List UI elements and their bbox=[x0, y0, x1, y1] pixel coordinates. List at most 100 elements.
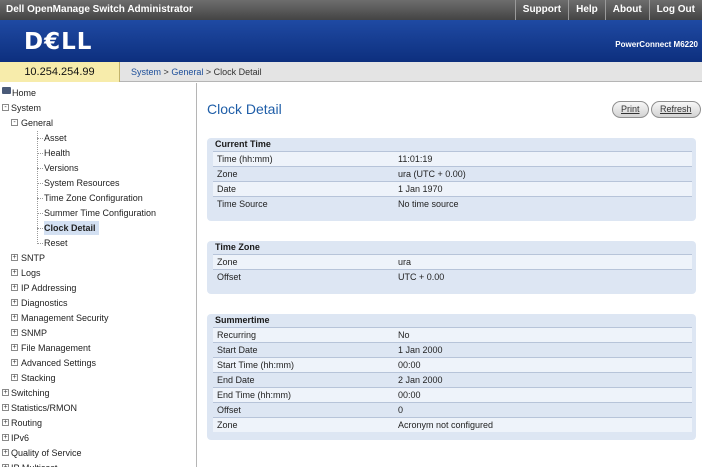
help-link[interactable]: Help bbox=[568, 0, 605, 20]
home-icon bbox=[2, 87, 11, 94]
nav-item-logs[interactable]: Logs bbox=[21, 266, 41, 280]
breadcrumb-general[interactable]: General bbox=[171, 67, 203, 77]
detail-value: 1 Jan 2000 bbox=[398, 345, 443, 355]
detail-row: Offset UTC + 0.00 bbox=[213, 269, 692, 284]
nav-item-ipv6[interactable]: IPv6 bbox=[11, 431, 29, 445]
about-link[interactable]: About bbox=[604, 0, 649, 20]
summertime-heading: Summertime bbox=[215, 315, 270, 325]
detail-value: 0 bbox=[398, 405, 404, 415]
detail-row: Zone ura bbox=[213, 254, 692, 269]
tree-expander-icon[interactable]: + bbox=[11, 254, 18, 261]
nav-item-management-security[interactable]: Management Security bbox=[21, 311, 109, 325]
nav-item-system-resources[interactable]: System Resources bbox=[44, 176, 120, 190]
product-name: PowerConnect M6220 bbox=[615, 40, 698, 49]
tree-expander-icon[interactable]: - bbox=[2, 104, 9, 111]
detail-label: Zone bbox=[217, 257, 238, 267]
detail-label: Recurring bbox=[217, 330, 257, 340]
nav-item-ip-multicast[interactable]: IP Multicast bbox=[11, 461, 57, 467]
detail-label: Time (hh:mm) bbox=[217, 154, 273, 164]
detail-row: End Time (hh:mm) 00:00 bbox=[213, 387, 692, 402]
detail-label: Zone bbox=[217, 420, 238, 430]
tree-expander-icon[interactable]: + bbox=[2, 419, 9, 426]
nav-item-clock-detail[interactable]: Clock Detail bbox=[44, 221, 99, 235]
time-zone-heading: Time Zone bbox=[215, 242, 260, 252]
nav-item-quality-of-service[interactable]: Quality of Service bbox=[11, 446, 82, 460]
nav-item-diagnostics[interactable]: Diagnostics bbox=[21, 296, 68, 310]
nav-item-reset[interactable]: Reset bbox=[44, 236, 68, 250]
summertime-panel: Summertime Recurring No Start Date 1 Jan 20… bbox=[207, 314, 696, 440]
tree-expander-icon[interactable]: + bbox=[11, 314, 18, 321]
detail-label: Time Source bbox=[217, 199, 268, 209]
detail-row: Start Date 1 Jan 2000 bbox=[213, 342, 692, 357]
breadcrumb-separator: > bbox=[163, 67, 169, 77]
current-time-panel: Current Time Time (hh:mm) 11:01:19 Zone ura… bbox=[207, 138, 696, 221]
top-bar: Dell OpenManage Switch Administrator Sup… bbox=[0, 0, 702, 20]
print-button[interactable]: Print bbox=[612, 101, 649, 118]
logout-link[interactable]: Log Out bbox=[648, 0, 702, 20]
nav-item-routing[interactable]: Routing bbox=[11, 416, 42, 430]
brand-bar: D€LL PowerConnect M6220 bbox=[0, 20, 702, 62]
detail-value: 00:00 bbox=[398, 390, 421, 400]
tree-expander-icon[interactable]: + bbox=[11, 269, 18, 276]
detail-value: UTC + 0.00 bbox=[398, 272, 445, 282]
nav-item-statistics-rmon[interactable]: Statistics/RMON bbox=[11, 401, 77, 415]
support-link[interactable]: Support bbox=[514, 0, 568, 20]
nav-item-versions[interactable]: Versions bbox=[44, 161, 79, 175]
breadcrumb: System > General > Clock Detail bbox=[131, 67, 262, 77]
detail-label: Start Time (hh:mm) bbox=[217, 360, 295, 370]
detail-label: End Date bbox=[217, 375, 255, 385]
tree-expander-icon[interactable]: + bbox=[11, 299, 18, 306]
nav-item-system[interactable]: System bbox=[11, 101, 41, 115]
detail-label: Date bbox=[217, 184, 237, 194]
detail-value: 1 Jan 1970 bbox=[398, 184, 443, 194]
app-title: Dell OpenManage Switch Administrator bbox=[6, 4, 193, 15]
tree-expander-icon[interactable]: - bbox=[11, 119, 18, 126]
tree-expander-icon[interactable]: + bbox=[2, 449, 9, 456]
nav-item-file-management[interactable]: File Management bbox=[21, 341, 91, 355]
dell-logo: D€LL bbox=[24, 29, 93, 55]
nav-item-time-zone-configuration[interactable]: Time Zone Configuration bbox=[44, 191, 143, 205]
nav-item-ip-addressing[interactable]: IP Addressing bbox=[21, 281, 76, 295]
refresh-button[interactable]: Refresh bbox=[651, 101, 701, 118]
nav-item-summer-time-configuration[interactable]: Summer Time Configuration bbox=[44, 206, 156, 220]
detail-row: Recurring No bbox=[213, 327, 692, 342]
detail-value: Acronym not configured bbox=[398, 420, 494, 430]
tree-expander-icon[interactable]: + bbox=[2, 389, 9, 396]
tree-expander-icon[interactable]: + bbox=[11, 329, 18, 336]
tree-expander-icon[interactable]: + bbox=[2, 404, 9, 411]
address-bar: 10.254.254.99 System > General > Clock D… bbox=[0, 62, 702, 82]
detail-value: 11:01:19 bbox=[398, 154, 433, 164]
nav-item-asset[interactable]: Asset bbox=[44, 131, 67, 145]
tree-expander-icon[interactable]: + bbox=[11, 284, 18, 291]
tree-expander-icon[interactable]: + bbox=[11, 359, 18, 366]
nav-item-stacking[interactable]: Stacking bbox=[21, 371, 56, 385]
current-time-heading: Current Time bbox=[215, 139, 271, 149]
nav-item-general[interactable]: General bbox=[21, 116, 53, 130]
time-zone-panel: Time Zone Zone ura Offset UTC + 0.00 bbox=[207, 241, 696, 294]
detail-label: End Time (hh:mm) bbox=[217, 390, 292, 400]
nav-item-switching[interactable]: Switching bbox=[11, 386, 50, 400]
tree-expander-icon[interactable]: + bbox=[2, 434, 9, 441]
breadcrumb-system[interactable]: System bbox=[131, 67, 161, 77]
page-title: Clock Detail bbox=[207, 101, 282, 117]
nav-item-advanced-settings[interactable]: Advanced Settings bbox=[21, 356, 96, 370]
detail-label: Offset bbox=[217, 272, 241, 282]
nav-item-sntp[interactable]: SNTP bbox=[21, 251, 45, 265]
tree-connector bbox=[37, 131, 38, 244]
detail-label: Offset bbox=[217, 405, 241, 415]
detail-value: 2 Jan 2000 bbox=[398, 375, 443, 385]
detail-label: Zone bbox=[217, 169, 238, 179]
nav-item-snmp[interactable]: SNMP bbox=[21, 326, 47, 340]
nav-item-health[interactable]: Health bbox=[44, 146, 70, 160]
tree-expander-icon[interactable]: + bbox=[11, 374, 18, 381]
detail-row: Time Source No time source bbox=[213, 196, 692, 211]
tree-expander-icon[interactable]: + bbox=[11, 344, 18, 351]
detail-row: Offset 0 bbox=[213, 402, 692, 417]
detail-value: ura bbox=[398, 257, 412, 267]
detail-row: Date 1 Jan 1970 bbox=[213, 181, 692, 196]
breadcrumb-separator: > bbox=[205, 67, 212, 77]
nav-item-home[interactable]: Home bbox=[12, 86, 36, 100]
detail-value: 00:00 bbox=[398, 360, 421, 370]
device-ip: 10.254.254.99 bbox=[0, 62, 120, 82]
detail-value: No time source bbox=[398, 199, 459, 209]
